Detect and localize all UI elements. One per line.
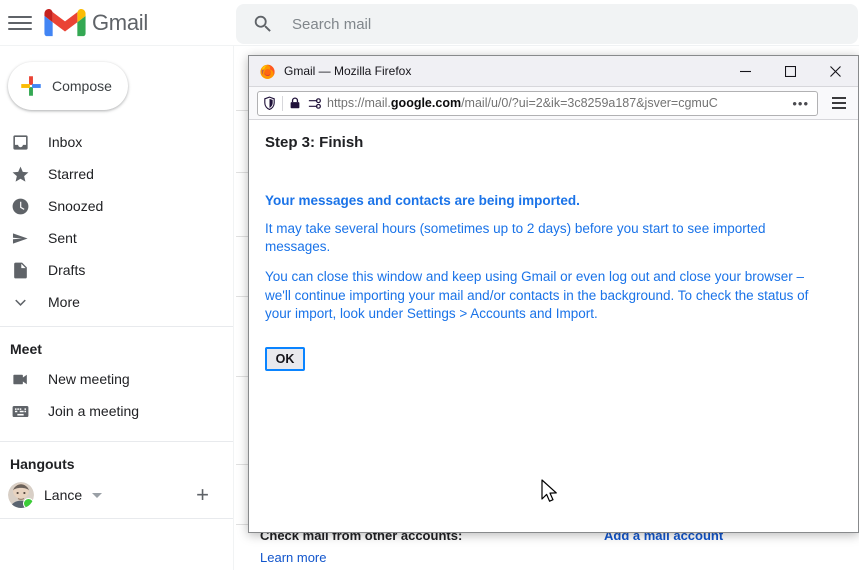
clock-icon [10,196,30,216]
hangouts-section-title: Hangouts [10,456,75,472]
plus-icon [18,73,44,99]
mouse-cursor [541,479,559,510]
send-icon [10,228,30,248]
search-bar[interactable]: Search mail [236,4,858,44]
sidebar-item-label: Starred [48,166,94,182]
sidebar-item-label: More [48,294,80,310]
sidebar-item-inbox[interactable]: Inbox [0,126,233,158]
chevron-down-icon[interactable] [92,492,103,498]
url-text[interactable]: https://mail.google.com/mail/u/0/?ui=2&i… [327,96,788,110]
sidebar-item-label: Drafts [48,262,86,278]
hangouts-user-row[interactable]: Lance + [0,478,233,512]
video-camera-icon [10,369,30,389]
sidebar-item-label: Sent [48,230,77,246]
ok-button[interactable]: OK [265,347,305,372]
firefox-titlebar[interactable]: Gmail — Mozilla Firefox [249,56,858,87]
import-duration-text: It may take several hours (sometimes up … [265,221,766,255]
firefox-window: Gmail — Mozilla Firefox https://mail.goo… [248,55,859,533]
meet-section-title: Meet [10,341,42,357]
hangouts-user-name: Lance [44,487,83,503]
url-domain: google.com [390,96,462,110]
shield-icon[interactable] [262,96,277,111]
page-actions-icon[interactable]: ••• [792,96,809,111]
sidebar-item-join-meeting[interactable]: Join a meeting [0,395,233,427]
star-icon [10,164,30,184]
gmail-brand-label: Gmail [92,9,148,35]
firefox-navbar: https://mail.google.com/mail/u/0/?ui=2&i… [249,87,858,120]
sidebar-item-label: Snoozed [48,198,104,214]
sidebar-item-label: New meeting [48,371,130,387]
sidebar: Compose Inbox Starred Snoozed Sent Draft… [0,46,234,570]
avatar[interactable] [8,482,34,508]
sidebar-item-drafts[interactable]: Drafts [0,254,233,286]
sidebar-item-label: Join a meeting [48,403,140,419]
search-input[interactable]: Search mail [292,16,371,33]
hamburger-menu-icon[interactable] [824,97,854,109]
firefox-logo-icon [259,63,276,80]
permissions-icon[interactable] [307,96,322,111]
inbox-icon [10,132,30,152]
screen: va on th co . ne (c me Check mail from o… [0,0,859,570]
sidebar-item-label: Inbox [48,134,83,150]
keyboard-icon [10,401,30,421]
divider [282,95,283,111]
search-icon [252,13,274,35]
import-background-text: You can close this window and keep using… [265,269,809,321]
compose-label: Compose [52,78,112,94]
sidebar-divider [0,518,233,519]
dialog-content: Step 3: Finish Your messages and contact… [249,120,858,532]
url-prefix: https://mail. [327,96,391,110]
gmail-logo-icon [44,7,86,39]
window-controls [723,56,858,87]
main-menu-icon[interactable] [8,11,32,35]
maximize-button[interactable] [768,56,813,87]
import-status-headline: Your messages and contacts are being imp… [265,193,580,208]
sidebar-item-new-meeting[interactable]: New meeting [0,363,233,395]
online-status-indicator [23,498,34,508]
sidebar-item-sent[interactable]: Sent [0,222,233,254]
close-button[interactable] [813,56,858,87]
chevron-down-icon [10,292,30,312]
step-title: Step 3: Finish [265,134,364,151]
document-icon [10,260,30,280]
url-bar[interactable]: https://mail.google.com/mail/u/0/?ui=2&i… [257,90,818,116]
sidebar-item-more[interactable]: More [0,286,233,318]
window-title: Gmail — Mozilla Firefox [284,64,412,78]
nav-list: Inbox Starred Snoozed Sent Drafts More [0,126,233,318]
sidebar-item-snoozed[interactable]: Snoozed [0,190,233,222]
learn-more-link[interactable]: Learn more [260,550,326,565]
padlock-icon[interactable] [288,96,302,110]
minimize-button[interactable] [723,56,768,87]
compose-button[interactable]: Compose [8,62,128,110]
add-contact-icon[interactable]: + [196,484,209,506]
url-suffix: /mail/u/0/?ui=2&ik=3c8259a187&jsver=cgmu… [461,96,718,110]
sidebar-item-starred[interactable]: Starred [0,158,233,190]
